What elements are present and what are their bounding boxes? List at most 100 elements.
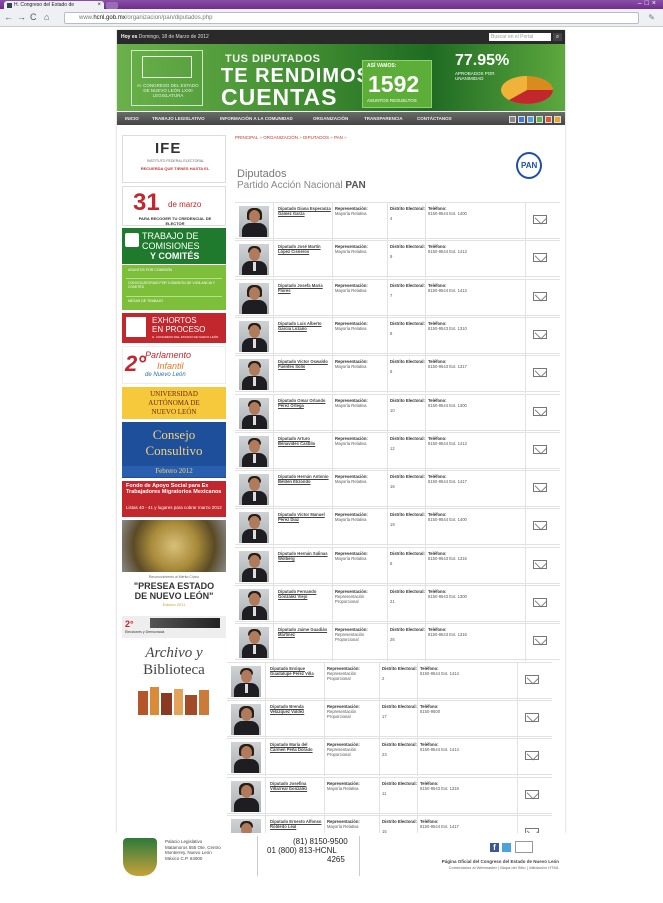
link-convocatorias[interactable]: CONVOCATORIAS POR COMISIÓN DE VIGILANCIA… bbox=[128, 281, 218, 289]
menu-item-inicio[interactable]: INICIO bbox=[125, 112, 139, 125]
menu-item-transparencia[interactable]: TRANSPARENCIA bbox=[364, 112, 403, 125]
deputy-name-link[interactable]: Diputado Josefina Villarreal González bbox=[270, 781, 324, 791]
mail-icon[interactable] bbox=[533, 483, 547, 493]
link-mesas[interactable]: MESAS DE TRABAJO bbox=[128, 299, 218, 303]
rss-icon[interactable] bbox=[515, 841, 533, 853]
menu-item-informacion[interactable]: INFORMACIÓN A LA COMUNIDAD bbox=[220, 112, 293, 125]
deputy-photo[interactable] bbox=[239, 435, 269, 467]
presea-banner[interactable]: Reconocimiento al Mérito Cívico "PRESEA … bbox=[122, 575, 226, 615]
new-tab-button[interactable] bbox=[106, 2, 118, 9]
address-bar[interactable]: www.hcnl.gob.mx/organizacion/pan/diputad… bbox=[64, 12, 639, 24]
home-icon[interactable]: ⌂ bbox=[44, 12, 49, 22]
deputy-name-link[interactable]: Diputado María del Carmen Peña Dorado bbox=[270, 742, 324, 752]
mail-icon[interactable] bbox=[533, 406, 547, 416]
archivo-biblioteca-banner[interactable]: Archivo y Biblioteca bbox=[122, 645, 226, 717]
deputy-photo[interactable] bbox=[231, 665, 261, 697]
deputy-name-link[interactable]: Diputado Enrique Guadalupe Pérez Villa bbox=[270, 666, 324, 676]
deputy-name-link[interactable]: Diputado Ernesto Alfonso Robledo Leal bbox=[270, 819, 324, 829]
ife-date-banner[interactable]: 31 de marzo PARA RECOGER TU CREDENCIAL D… bbox=[122, 186, 226, 226]
deputy-photo[interactable] bbox=[239, 474, 269, 506]
uanl-banner[interactable]: UNIVERSIDAD AUTÓNOMA DE NUEVO LEÓN bbox=[122, 387, 226, 419]
mail-icon[interactable] bbox=[525, 674, 539, 684]
deputy-name-link[interactable]: Diputado Víctor Oswaldo Fuentes Solís bbox=[278, 359, 332, 369]
deputy-name-link[interactable]: Diputado Jaime Guadián Martínez bbox=[278, 627, 332, 637]
mail-icon[interactable] bbox=[533, 636, 547, 646]
breadcrumb-item[interactable]: PRINCIPAL bbox=[235, 135, 258, 140]
mail-icon[interactable] bbox=[533, 368, 547, 378]
ife-banner[interactable]: IFE INSTITUTO FEDERAL ELECTORAL RECUERDA… bbox=[122, 135, 226, 183]
mail-icon[interactable] bbox=[533, 598, 547, 607]
mail-icon[interactable] bbox=[533, 521, 547, 531]
twitter-icon[interactable] bbox=[502, 843, 511, 852]
exhortos-banner[interactable]: EXHORTOS EN PROCESO H. CONGRESO DEL ESTA… bbox=[122, 313, 226, 343]
deputy-photo[interactable] bbox=[231, 780, 261, 812]
twitter-icon[interactable] bbox=[527, 116, 534, 123]
search-input[interactable]: Buscar en el Portal bbox=[489, 33, 551, 41]
wrench-icon[interactable]: ✎ bbox=[648, 13, 655, 22]
deputy-photo[interactable] bbox=[239, 282, 269, 314]
fondo-apoyo-banner[interactable]: Fondo de Apoyo Social para Ex Trabajador… bbox=[122, 481, 226, 517]
menu-item-organizacion[interactable]: ORGANIZACIÓN bbox=[313, 112, 348, 125]
home-icon[interactable] bbox=[518, 116, 525, 123]
mail-icon[interactable] bbox=[525, 789, 539, 799]
deputy-photo[interactable] bbox=[239, 320, 269, 352]
subtitle-abbrev: PAN bbox=[345, 180, 366, 191]
mail-icon[interactable] bbox=[533, 329, 547, 339]
deputy-photo[interactable] bbox=[239, 589, 269, 620]
deputy-photo[interactable] bbox=[239, 206, 269, 237]
mail-icon[interactable] bbox=[533, 291, 547, 301]
medal-image[interactable] bbox=[122, 520, 226, 572]
facebook-icon[interactable]: f bbox=[490, 843, 499, 852]
deputy-photo[interactable] bbox=[231, 703, 261, 735]
consejo-consultivo-banner[interactable]: Consejo Consultivo Febrero 2012 bbox=[122, 422, 226, 478]
deputy-name-link[interactable]: Diputado Brenda Velázquez Valdez bbox=[270, 704, 324, 714]
menu-item-trabajo[interactable]: TRABAJO LEGISLATIVO bbox=[152, 112, 205, 125]
breadcrumb-item[interactable]: DIPUTADOS bbox=[303, 135, 329, 140]
mail-icon[interactable] bbox=[533, 215, 547, 224]
browser-tab[interactable]: H. Congreso del Estado de × bbox=[4, 1, 104, 9]
window-controls[interactable]: –□× bbox=[638, 0, 659, 7]
rss-icon[interactable] bbox=[545, 116, 552, 123]
deputy-name-link[interactable]: Diputado Arturo Benavides Castillo bbox=[278, 436, 332, 446]
deputy-name-link[interactable]: Diputado Omar Orlando Pérez Ortega bbox=[278, 398, 332, 408]
parlamento-line3: de Nuevo León bbox=[145, 372, 186, 378]
back-icon[interactable]: ← bbox=[4, 12, 13, 22]
deputy-name-link[interactable]: Diputado Hernán Antonio Belden Elizondo bbox=[278, 474, 332, 484]
deputy-name-link[interactable]: Diputado Víctor Manuel Pérez Díaz bbox=[278, 512, 332, 522]
mail-icon[interactable] bbox=[554, 116, 561, 123]
breadcrumb-item[interactable]: PAN bbox=[334, 135, 343, 140]
footer-links[interactable]: Comentarios al Webmaster | Mapa del Siti… bbox=[449, 865, 559, 870]
search-icon[interactable]: ⌕ bbox=[553, 33, 562, 41]
deputy-name-link[interactable]: Diputado Fernando González Viejo bbox=[278, 589, 332, 599]
rep-value: Representación Proporcional bbox=[335, 632, 365, 643]
deputy-photo[interactable] bbox=[231, 742, 261, 774]
breadcrumb-item[interactable]: ORGANIZACIÓN bbox=[263, 135, 298, 140]
deputy-name-link[interactable]: Diputado Diana Esperanza Gámez Garza bbox=[278, 206, 332, 216]
deputy-name-link[interactable]: Diputado José Martín López Cisneros bbox=[278, 244, 332, 254]
deputy-photo[interactable] bbox=[239, 512, 269, 544]
deputy-photo[interactable] bbox=[239, 550, 269, 582]
deputy-photo[interactable] bbox=[239, 359, 269, 391]
deputy-name-link[interactable]: Diputado Luis Alberto García Lozano bbox=[278, 321, 332, 331]
deputy-name-link[interactable]: Diputado Josefa María Flores bbox=[278, 283, 332, 293]
contact-icon[interactable] bbox=[536, 116, 543, 123]
mail-icon[interactable] bbox=[533, 559, 547, 569]
trabajo-comisiones-banner[interactable]: TRABAJO DE COMISIONES Y COMITÉS bbox=[122, 228, 226, 264]
mail-icon[interactable] bbox=[525, 751, 539, 761]
elecciones-banner[interactable]: 2° Elecciones y Democracia bbox=[122, 616, 226, 638]
deputy-photo[interactable] bbox=[239, 627, 269, 659]
link-asuntos[interactable]: ASUNTOS POR COMISIÓN bbox=[128, 268, 218, 272]
mail-icon[interactable] bbox=[533, 444, 547, 454]
deputy-photo[interactable] bbox=[239, 244, 269, 276]
grid-icon[interactable] bbox=[509, 116, 516, 123]
mail-icon[interactable] bbox=[525, 712, 539, 722]
deputy-photo[interactable] bbox=[239, 397, 269, 429]
close-icon[interactable]: × bbox=[97, 1, 101, 9]
menu-item-contactanos[interactable]: CONTÁCTANOS bbox=[417, 112, 452, 125]
mail-icon[interactable] bbox=[533, 253, 547, 263]
congress-logo[interactable]: H. CONGRESO DEL ESTADO DE NUEVO LEÓN LXX… bbox=[131, 50, 203, 106]
reload-icon[interactable]: C bbox=[30, 12, 37, 22]
deputy-name-link[interactable]: Diputado Hernán Salinas Wolberg bbox=[278, 551, 332, 561]
forward-icon[interactable]: → bbox=[17, 12, 26, 22]
parlamento-infantil-banner[interactable]: 2° Parlamento Infantil de Nuevo León bbox=[122, 346, 226, 384]
